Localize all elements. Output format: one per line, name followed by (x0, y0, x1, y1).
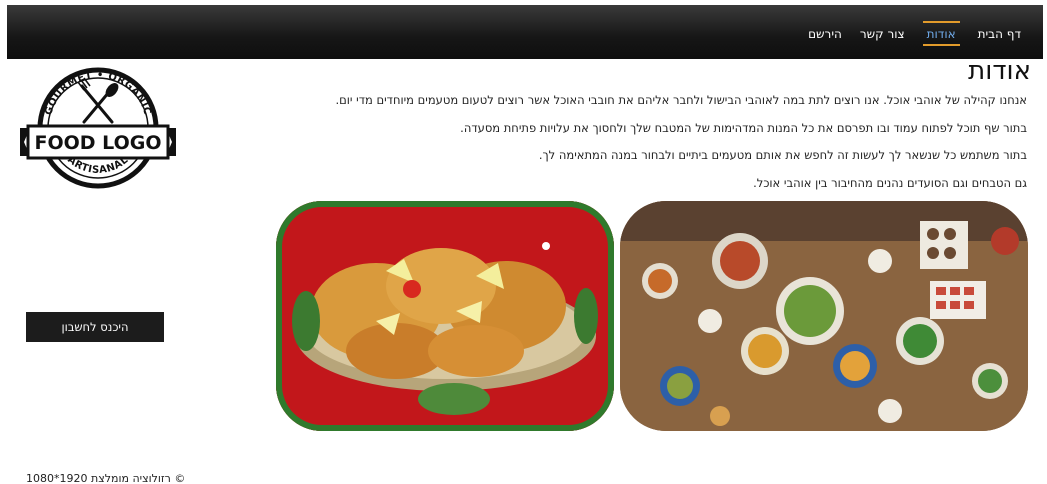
nav-item-contact[interactable]: צור קשר (860, 21, 905, 46)
page-title: אודות (968, 56, 1031, 86)
about-paragraph: גם הטבחים וגם הסועדים נהנים מהחיבור בין … (753, 175, 1027, 190)
about-paragraph: בתור משתמש כל שנשאר לך לעשות זה לחפש את … (538, 148, 1027, 162)
nav-links: דף הבית אודות צור קשר הירשם (808, 21, 1021, 46)
login-button[interactable]: היכנס לחשבון (26, 312, 164, 342)
food-logo-graphic: GOURMET • ORGANIC ARTISANAL FOOD LOGO (20, 67, 176, 189)
nav-item-home[interactable]: דף הבית (978, 21, 1021, 46)
table-spread-photo (620, 201, 1028, 431)
logo-main-text: FOOD LOGO (35, 132, 162, 154)
food-logo[interactable]: GOURMET • ORGANIC ARTISANAL FOOD LOGO (20, 64, 176, 192)
top-navbar: דף הבית אודות צור קשר הירשם (7, 5, 1043, 59)
footer-resolution-note: © רזולוציה מומלצת 1920*1080 (26, 472, 186, 484)
about-paragraph: אנחנו קהילה של אוהבי אוכל. אנו רוצים לתת… (335, 93, 1027, 107)
nav-item-register[interactable]: הירשם (808, 21, 842, 46)
about-text: אנחנו קהילה של אוהבי אוכל. אנו רוצים לתת… (267, 92, 1027, 202)
page: דף הבית אודות צור קשר הירשם GOURMET • OR… (0, 0, 1047, 484)
about-paragraph: בתור שף תוכל לפתוח עמוד ובו תפרסם את כל … (460, 120, 1027, 135)
roast-chicken-photo (276, 201, 614, 431)
nav-item-about[interactable]: אודות (922, 21, 960, 46)
